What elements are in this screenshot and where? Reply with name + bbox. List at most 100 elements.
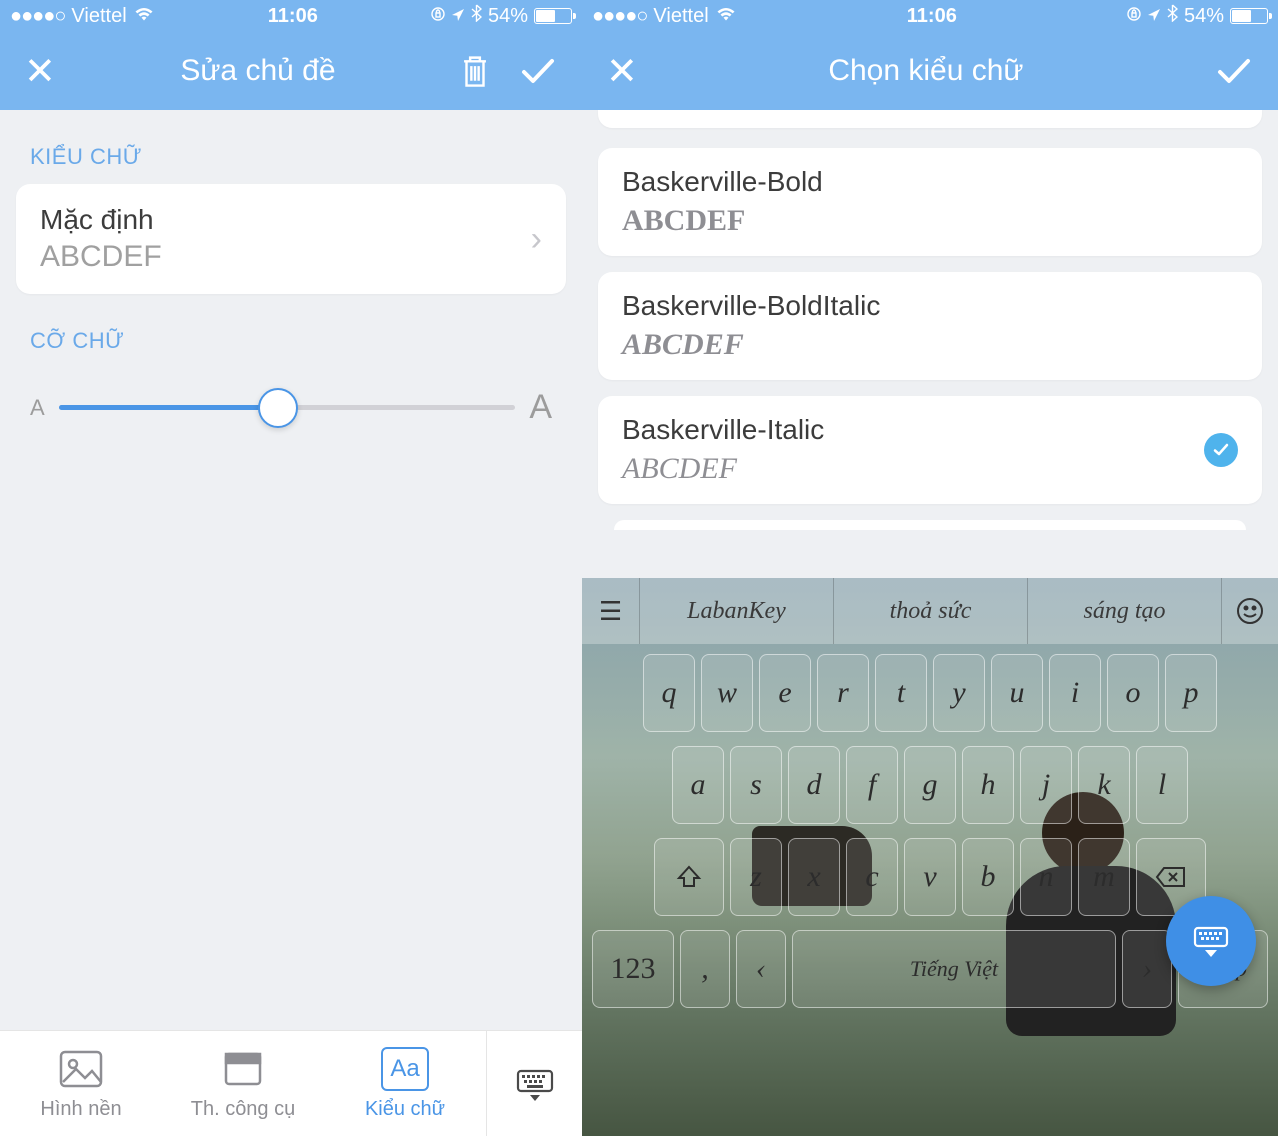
battery-icon: [534, 8, 572, 24]
toolbar-icon: [220, 1046, 266, 1092]
font-preview: ABCDEF: [622, 204, 823, 238]
font-item[interactable]: Baskerville-Bold ABCDEF: [598, 148, 1262, 256]
lock-icon: [431, 5, 445, 28]
key-u[interactable]: u: [991, 654, 1043, 732]
confirm-button[interactable]: [1214, 51, 1254, 91]
close-button[interactable]: ✕: [24, 49, 56, 94]
tab-font[interactable]: Aa Kiểu chữ: [324, 1031, 486, 1136]
status-bar: ●●●●○ Viettel 11:06 54%: [582, 0, 1278, 32]
emoji-button[interactable]: [1222, 578, 1278, 644]
suggestion-bar: ☰ LabanKey thoả sức sáng tạo: [582, 578, 1278, 644]
size-small-icon: A: [30, 395, 45, 421]
font-item-peek-bottom[interactable]: [614, 520, 1246, 530]
space-key[interactable]: Tiếng Việt: [792, 930, 1116, 1008]
suggestion-word[interactable]: sáng tạo: [1028, 578, 1222, 644]
font-name: Baskerville-BoldItalic: [622, 290, 880, 322]
key-k[interactable]: k: [1078, 746, 1130, 824]
key-n[interactable]: n: [1020, 838, 1072, 916]
carrier-label: Viettel: [653, 5, 708, 28]
key-x[interactable]: x: [788, 838, 840, 916]
screen-edit-theme: ●●●●○ Viettel 11:06 54% ✕ Sửa chủ đề KIỂ…: [0, 0, 582, 1136]
key-r[interactable]: r: [817, 654, 869, 732]
location-icon: [451, 5, 465, 28]
key-z[interactable]: z: [730, 838, 782, 916]
font-preview: ABCDEF: [622, 452, 824, 486]
font-value: Mặc định: [40, 204, 162, 236]
location-icon: [1147, 5, 1161, 28]
bottom-tab-bar: Hình nền Th. công cụ Aa Kiểu chữ: [0, 1030, 582, 1136]
comma-key[interactable]: ,: [680, 930, 730, 1008]
key-l[interactable]: l: [1136, 746, 1188, 824]
font-item-peek-top[interactable]: [598, 110, 1262, 128]
slider-thumb[interactable]: [258, 388, 298, 428]
nav-title: Sửa chủ đề: [56, 54, 460, 88]
key-y[interactable]: y: [933, 654, 985, 732]
suggestion-word[interactable]: LabanKey: [640, 578, 834, 644]
keyboard: ☰ LabanKey thoả sức sáng tạo qwertyuiop …: [582, 578, 1278, 1136]
suggestion-menu-button[interactable]: ☰: [582, 578, 640, 644]
section-header-font: KIỂU CHỮ: [0, 110, 582, 184]
tab-label: Kiểu chữ: [365, 1098, 445, 1121]
key-b[interactable]: b: [962, 838, 1014, 916]
size-large-icon: A: [529, 388, 552, 427]
wifi-icon: [715, 5, 737, 28]
tab-toolbar[interactable]: Th. công cụ: [162, 1031, 324, 1136]
shift-key[interactable]: [654, 838, 724, 916]
key-w[interactable]: w: [701, 654, 753, 732]
font-list[interactable]: Baskerville-Bold ABCDEF Baskerville-Bold…: [582, 140, 1278, 538]
tab-background[interactable]: Hình nền: [0, 1031, 162, 1136]
cursor-right-key[interactable]: ›: [1122, 930, 1172, 1008]
key-f[interactable]: f: [846, 746, 898, 824]
key-e[interactable]: e: [759, 654, 811, 732]
key-d[interactable]: d: [788, 746, 840, 824]
chevron-right-icon: ›: [531, 220, 542, 259]
key-o[interactable]: o: [1107, 654, 1159, 732]
key-s[interactable]: s: [730, 746, 782, 824]
key-q[interactable]: q: [643, 654, 695, 732]
font-size-slider[interactable]: [59, 405, 516, 410]
key-h[interactable]: h: [962, 746, 1014, 824]
font-name: Baskerville-Italic: [622, 414, 824, 446]
font-row[interactable]: Mặc định ABCDEF ›: [16, 184, 566, 294]
lock-icon: [1127, 5, 1141, 28]
delete-button[interactable]: [460, 54, 490, 88]
key-t[interactable]: t: [875, 654, 927, 732]
nav-title: Chọn kiểu chữ: [638, 54, 1214, 88]
status-time: 11:06: [155, 5, 431, 28]
confirm-button[interactable]: [518, 51, 558, 91]
nav-bar: ✕ Chọn kiểu chữ: [582, 32, 1278, 110]
nav-bar: ✕ Sửa chủ đề: [0, 32, 582, 110]
font-name: Baskerville-Bold: [622, 166, 823, 198]
numbers-key[interactable]: 123: [592, 930, 674, 1008]
background-icon: [58, 1046, 104, 1092]
key-m[interactable]: m: [1078, 838, 1130, 916]
cursor-left-key[interactable]: ‹: [736, 930, 786, 1008]
font-icon: Aa: [381, 1046, 429, 1092]
font-preview: ABCDEF: [622, 328, 880, 362]
wifi-icon: [133, 5, 155, 28]
selected-check-icon: [1204, 433, 1238, 467]
key-v[interactable]: v: [904, 838, 956, 916]
bluetooth-icon: [1167, 4, 1178, 28]
font-item[interactable]: Baskerville-Italic ABCDEF: [598, 396, 1262, 504]
key-g[interactable]: g: [904, 746, 956, 824]
key-c[interactable]: c: [846, 838, 898, 916]
key-j[interactable]: j: [1020, 746, 1072, 824]
floating-keyboard-button[interactable]: [1166, 896, 1256, 986]
suggestion-word[interactable]: thoả sức: [834, 578, 1028, 644]
tab-label: Th. công cụ: [191, 1098, 296, 1121]
screen-choose-font: ●●●●○ Viettel 11:06 54% ✕ Chọn kiểu chữ …: [582, 0, 1278, 1136]
battery-icon: [1230, 8, 1268, 24]
font-size-slider-row: A A: [0, 368, 582, 447]
section-header-size: CỠ CHỮ: [0, 294, 582, 368]
tab-label: Hình nền: [40, 1098, 121, 1121]
key-a[interactable]: a: [672, 746, 724, 824]
battery-percent: 54%: [1184, 5, 1224, 28]
close-button[interactable]: ✕: [606, 49, 638, 94]
key-p[interactable]: p: [1165, 654, 1217, 732]
key-i[interactable]: i: [1049, 654, 1101, 732]
carrier-label: Viettel: [71, 5, 126, 28]
font-item[interactable]: Baskerville-BoldItalic ABCDEF: [598, 272, 1262, 380]
keyboard-toggle-button[interactable]: [486, 1031, 582, 1136]
battery-percent: 54%: [488, 5, 528, 28]
